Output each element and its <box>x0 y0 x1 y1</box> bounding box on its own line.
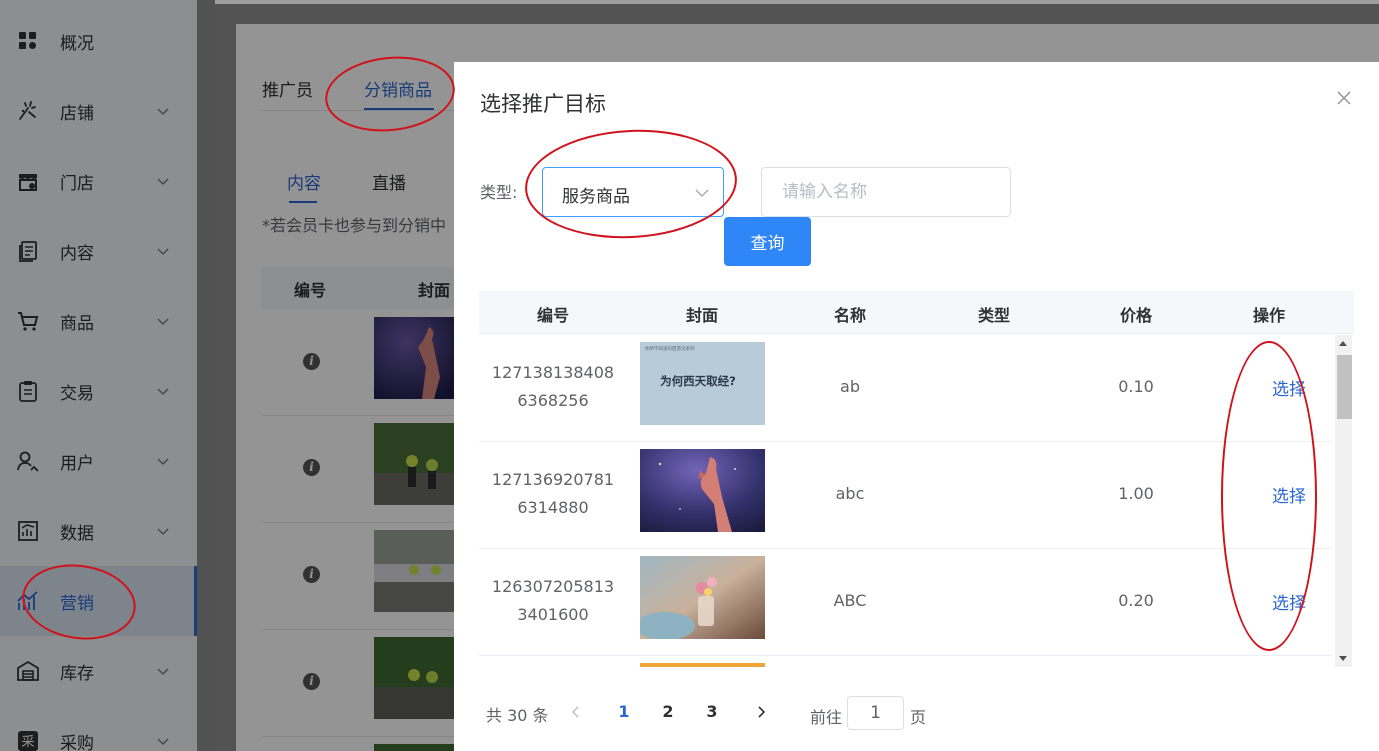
scroll-up-icon[interactable] <box>1339 341 1347 346</box>
goods-price: 0.10 <box>1118 377 1154 396</box>
query-button[interactable]: 查询 <box>724 217 811 266</box>
goods-id-line2: 3401600 <box>517 605 589 624</box>
select-link[interactable]: 选择 <box>1239 375 1339 400</box>
pagination: 共 30 条 1 2 3 前往 页 <box>486 696 986 730</box>
goods-id: 126307205813 3401600 <box>479 573 627 629</box>
table-scrollbar[interactable] <box>1335 335 1352 667</box>
goods-id-line1: 127138138408 <box>491 363 615 382</box>
goods-id-line2: 6314880 <box>517 498 589 517</box>
column-header-price: 价格 <box>1119 306 1152 325</box>
type-select[interactable]: 服务商品 <box>542 167 724 217</box>
column-header-type: 类型 <box>977 306 1010 325</box>
column-header-id: 编号 <box>536 306 569 325</box>
dialog-title: 选择推广目标 <box>480 92 606 116</box>
scroll-down-icon[interactable] <box>1339 656 1347 661</box>
select-link[interactable]: 选择 <box>1239 589 1339 614</box>
goto-page-input[interactable] <box>847 696 904 730</box>
goods-price: 1.00 <box>1118 484 1154 503</box>
table-row: 127136920781 6314880 abc 1.00 选择 <box>479 442 1332 549</box>
page-unit-label: 页 <box>910 708 927 727</box>
name-search-input[interactable] <box>761 167 1011 217</box>
goods-id: 127138138408 6368256 <box>479 359 627 415</box>
pagination-total: 共 30 条 <box>486 706 549 725</box>
top-strip <box>215 0 1379 4</box>
goods-name: ab <box>840 377 860 396</box>
cover-title-text: 为何西天取经? <box>660 374 736 388</box>
page-3-button[interactable]: 3 <box>702 702 722 721</box>
page-2-button[interactable]: 2 <box>658 702 678 721</box>
goods-price: 0.20 <box>1118 591 1154 610</box>
table-header: 编号 封面 名称 类型 价格 操作 <box>479 291 1354 334</box>
cover-image <box>640 663 765 667</box>
type-select-value: 服务商品 <box>562 187 630 207</box>
goods-id: 127136920781 6314880 <box>479 466 627 522</box>
cover-image <box>640 556 765 639</box>
column-header-name: 名称 <box>833 306 866 325</box>
goods-name: abc <box>835 484 865 503</box>
goods-name: ABC <box>833 591 867 610</box>
chevron-right-icon[interactable] <box>754 705 768 719</box>
goods-id-line2: 6368256 <box>517 391 589 410</box>
goto-label: 前往 <box>810 708 843 727</box>
select-link[interactable]: 选择 <box>1239 482 1339 507</box>
select-promotion-target-dialog: 选择推广目标 类型: 服务商品 查询 编号 封面 名称 类型 价格 操作 127… <box>454 62 1379 751</box>
goods-table: 编号 封面 名称 类型 价格 操作 127138138408 6368256 你所… <box>479 291 1354 667</box>
cover-image: 你所不知道的西游记系列 为何西天取经? <box>640 342 765 425</box>
page-1-button[interactable]: 1 <box>614 702 634 721</box>
table-row: 127138138408 6368256 你所不知道的西游记系列 为何西天取经? … <box>479 335 1332 442</box>
table-row: 126307205813 3401600 ABC 0.20 选择 <box>479 549 1332 656</box>
column-header-cover: 封面 <box>685 306 718 325</box>
chevron-left-icon[interactable] <box>569 705 583 719</box>
chevron-down-icon <box>695 189 709 197</box>
scrollbar-thumb[interactable] <box>1337 355 1352 419</box>
cover-small-text: 你所不知道的西游记系列 <box>645 345 695 352</box>
close-icon[interactable] <box>1336 90 1352 106</box>
goods-id-line1: 127136920781 <box>491 470 615 489</box>
cover-image <box>640 449 765 532</box>
type-label: 类型: <box>480 183 518 202</box>
table-row <box>479 656 1332 667</box>
goods-id-line1: 126307205813 <box>491 577 615 596</box>
column-header-action: 操作 <box>1252 306 1285 325</box>
